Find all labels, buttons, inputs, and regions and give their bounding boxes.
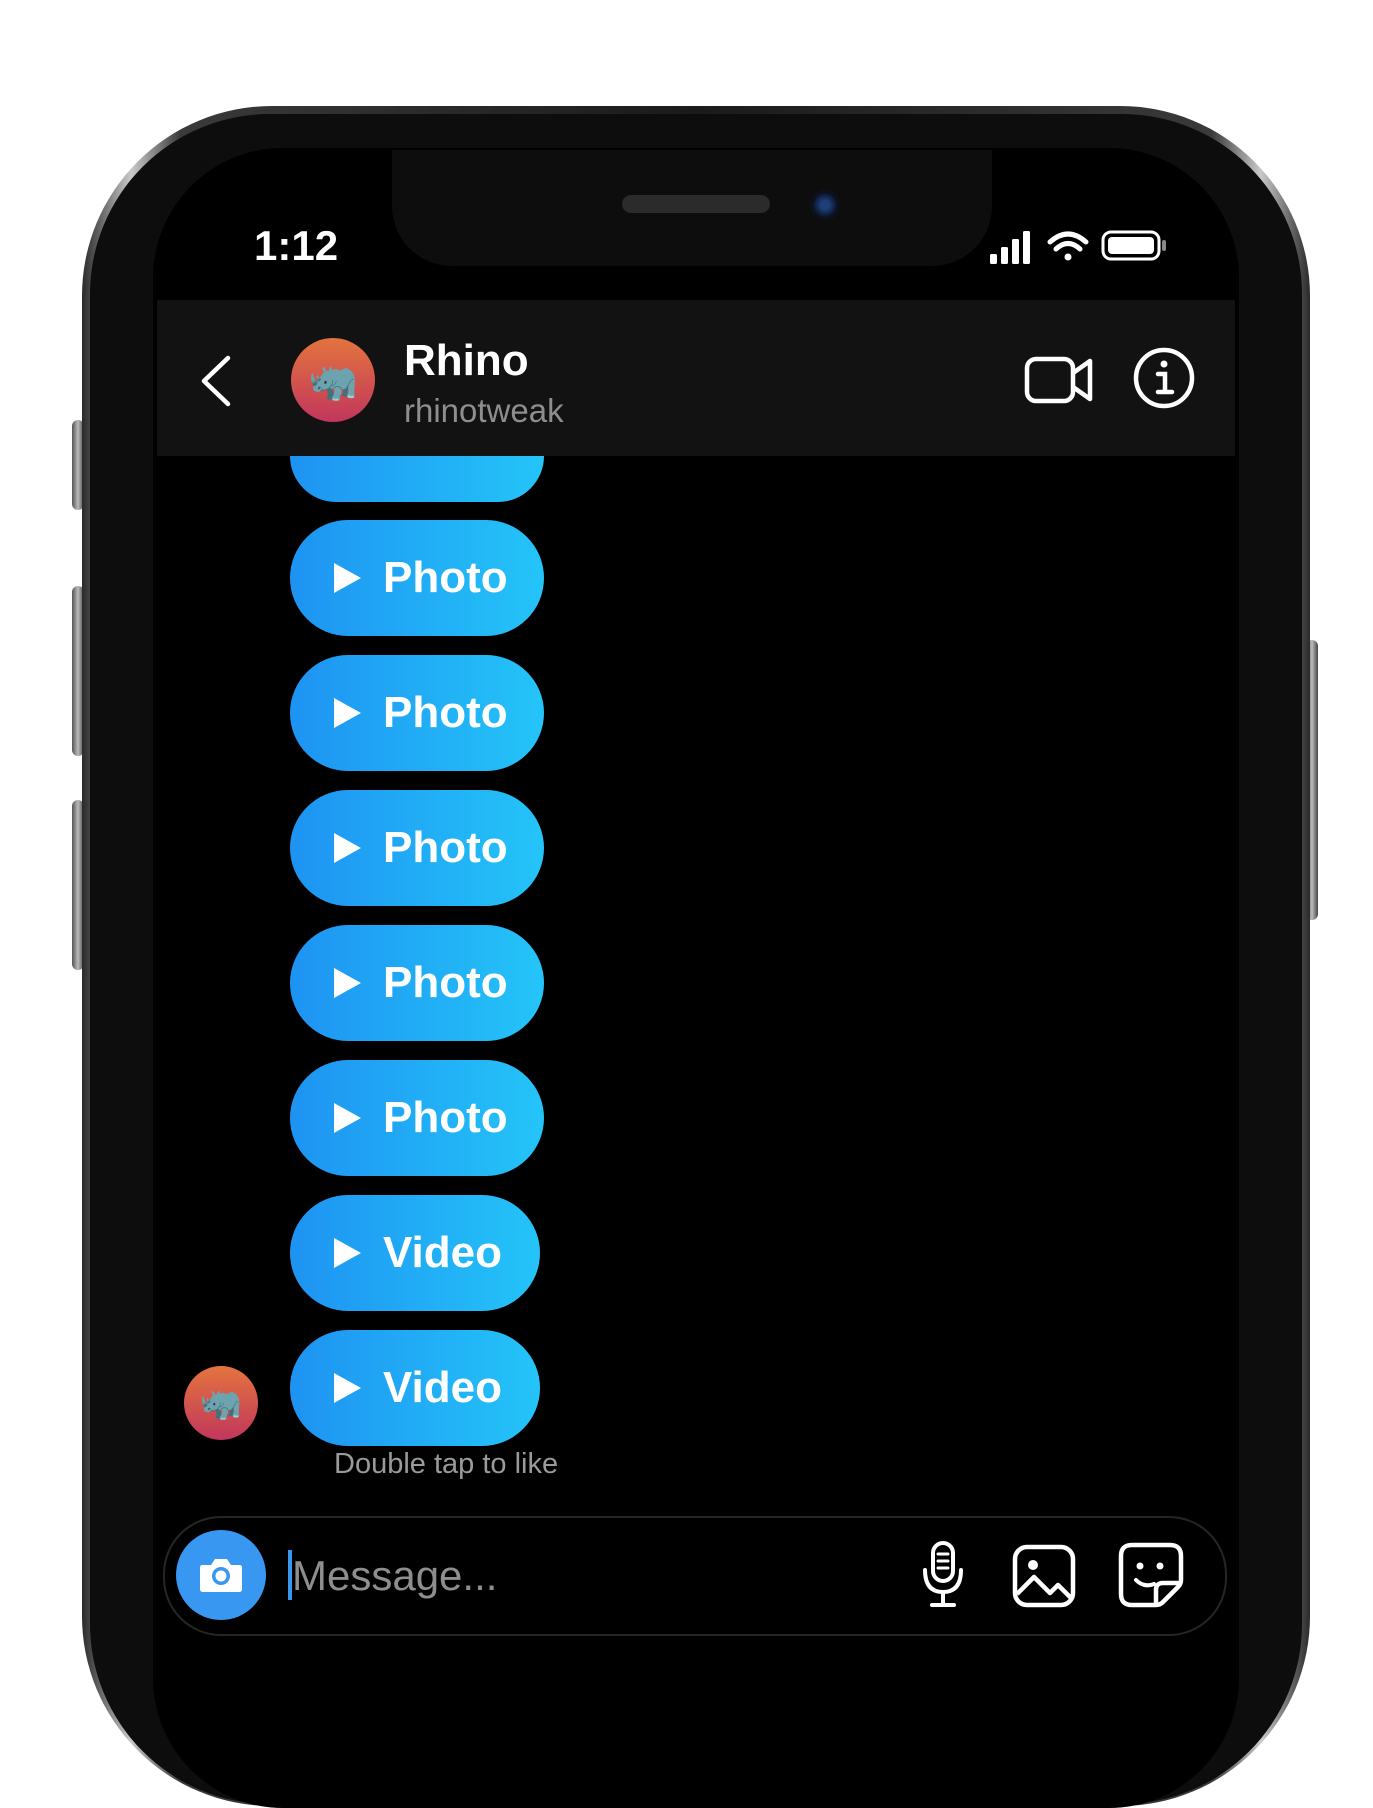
- play-icon: [334, 563, 361, 593]
- message-label: Photo: [383, 553, 508, 602]
- play-icon: [334, 1373, 361, 1403]
- contact-handle: rhinotweak: [404, 392, 564, 429]
- play-icon: [334, 833, 361, 863]
- camera-icon: [200, 1559, 242, 1592]
- message-bubble[interactable]: Video: [290, 1330, 540, 1446]
- message-bubble[interactable]: Photo: [290, 655, 544, 771]
- sender-avatar[interactable]: 🦏: [184, 1366, 258, 1440]
- avatar-emoji: 🦏: [308, 358, 358, 403]
- play-icon: [334, 698, 361, 728]
- message-label: Photo: [383, 688, 508, 737]
- signal-icon: [990, 231, 1030, 264]
- play-icon: [334, 1238, 361, 1268]
- play-icon: [334, 968, 361, 998]
- message-label: Photo: [383, 823, 508, 872]
- wifi-icon: [1047, 231, 1089, 261]
- message-bubble[interactable]: Video: [290, 1195, 540, 1311]
- play-icon: [334, 1103, 361, 1133]
- camera-button[interactable]: [176, 1530, 266, 1620]
- message-bubble[interactable]: Photo: [290, 520, 544, 636]
- message-bubble[interactable]: Photo: [290, 790, 544, 906]
- video-camera-icon[interactable]: [1024, 353, 1094, 407]
- avatar-emoji: 🦏: [199, 1384, 243, 1422]
- microphone-icon[interactable]: [920, 1540, 966, 1610]
- image-icon[interactable]: [1012, 1544, 1076, 1608]
- message-label: Photo: [383, 1093, 508, 1142]
- message-label: Video: [383, 1363, 503, 1412]
- status-icons: [990, 230, 1166, 264]
- status-time: 1:12: [254, 222, 339, 269]
- message-bubble-partial[interactable]: [290, 456, 544, 502]
- message-label: Video: [383, 1228, 503, 1277]
- earpiece-speaker: [622, 195, 770, 213]
- sticker-icon[interactable]: [1118, 1542, 1184, 1608]
- avatar[interactable]: 🦏: [291, 338, 375, 422]
- battery-icon: [1101, 230, 1166, 261]
- info-icon[interactable]: [1132, 346, 1196, 410]
- message-label: Photo: [383, 958, 508, 1007]
- message-bubble[interactable]: Photo: [290, 1060, 544, 1176]
- message-bubble[interactable]: Photo: [290, 925, 544, 1041]
- contact-name[interactable]: Rhino: [404, 336, 529, 386]
- chevron-left-icon[interactable]: [198, 354, 234, 408]
- front-camera: [810, 190, 840, 220]
- message-input[interactable]: [292, 1548, 892, 1604]
- double-tap-hint: Double tap to like: [334, 1448, 559, 1480]
